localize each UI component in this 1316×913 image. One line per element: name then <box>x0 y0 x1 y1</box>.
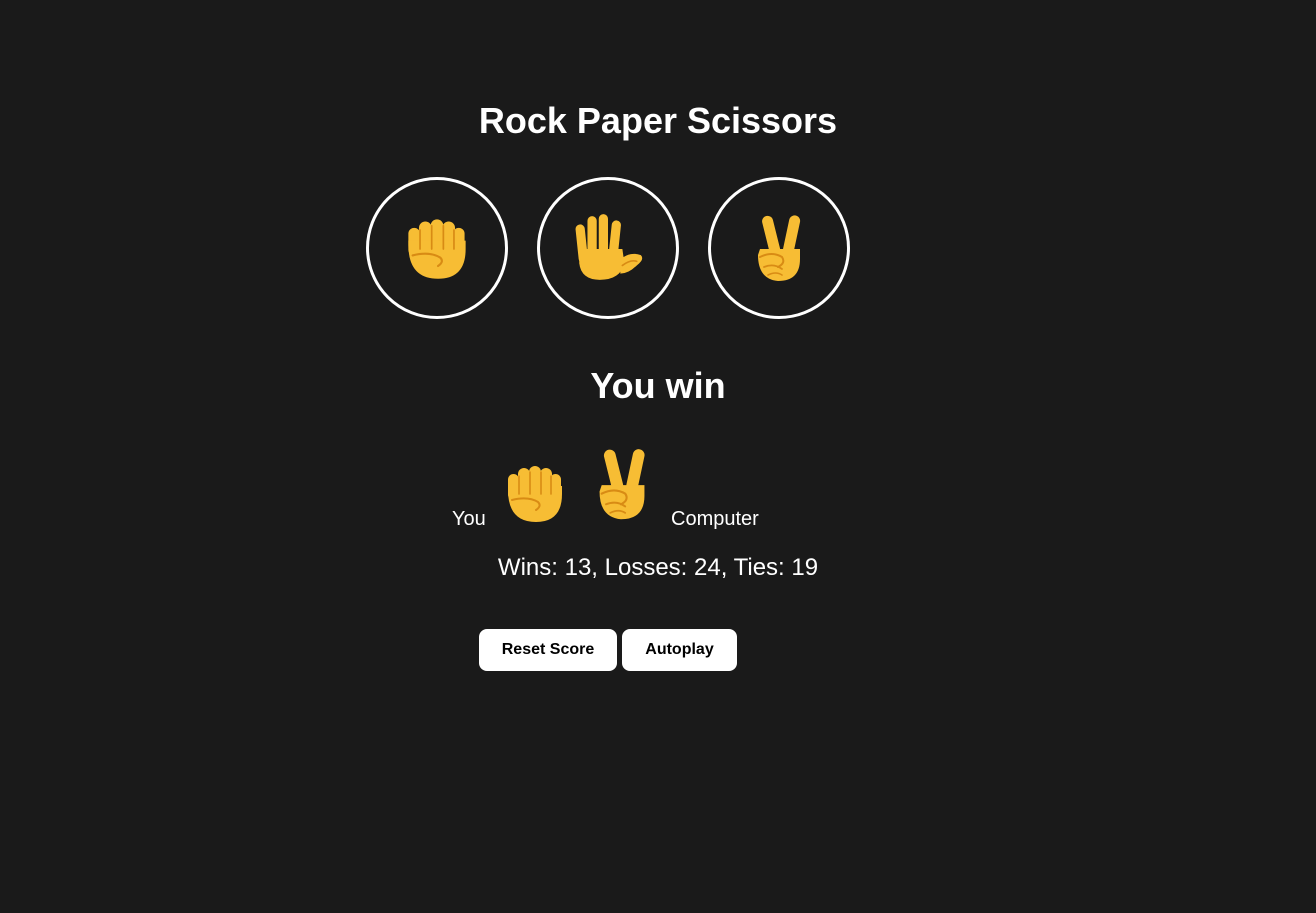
move-buttons <box>366 177 850 319</box>
last-round-moves: You Computer <box>0 436 1316 536</box>
reset-score-button[interactable]: Reset Score <box>479 629 617 671</box>
result-text: You win <box>590 365 726 406</box>
raised-fist-icon <box>407 218 467 280</box>
you-label: You <box>452 508 486 530</box>
raised-fist-icon <box>507 465 563 523</box>
score-display: Wins: 13, Losses: 24, Ties: 19 <box>0 554 1216 582</box>
scissors-move-button[interactable] <box>708 177 850 319</box>
raised-hand-icon <box>574 213 644 281</box>
victory-hand-icon <box>757 213 803 282</box>
computer-label: Computer <box>671 508 759 530</box>
rock-move-button[interactable] <box>366 177 508 319</box>
page-title: Rock Paper Scissors <box>478 100 838 141</box>
victory-hand-icon <box>598 447 647 521</box>
score-text: Wins: 13, Losses: 24, Ties: 19 <box>497 554 819 581</box>
paper-move-button[interactable] <box>537 177 679 319</box>
autoplay-button[interactable]: Autoplay <box>622 629 737 671</box>
